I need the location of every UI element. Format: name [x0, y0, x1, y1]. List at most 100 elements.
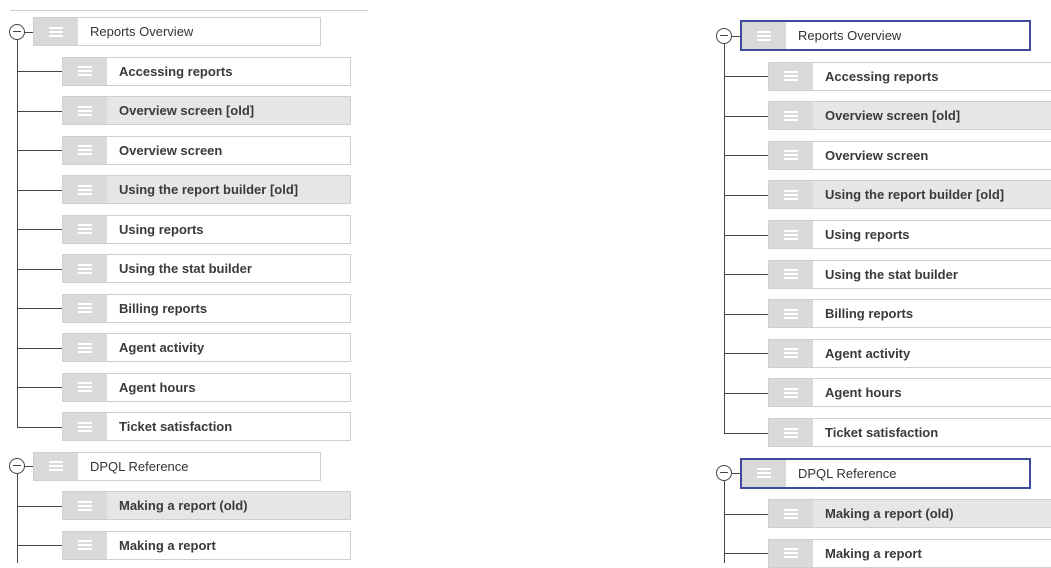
- tree-item[interactable]: Making a report: [62, 530, 351, 560]
- tree-connector: [724, 274, 768, 276]
- tree-connector: [724, 115, 768, 117]
- drag-handle-icon[interactable]: [769, 260, 813, 288]
- tree-connector: [732, 473, 740, 475]
- tree-group-node[interactable]: Reports Overview: [740, 20, 1031, 51]
- collapse-toggle-icon[interactable]: [9, 23, 25, 40]
- tree-group-node[interactable]: Reports Overview: [33, 17, 321, 46]
- tree-connector: [724, 234, 768, 236]
- drag-handle-icon[interactable]: [34, 452, 78, 480]
- drag-handle-icon[interactable]: [742, 459, 786, 487]
- collapse-toggle-icon[interactable]: [9, 458, 25, 474]
- tree-item-label: Using the report builder [old]: [825, 187, 1005, 203]
- drag-handle-icon[interactable]: [769, 419, 813, 446]
- tree-panel-right: Reports Overview Accessing reports Overvie…: [700, 0, 1051, 568]
- tree-item[interactable]: Using reports: [62, 214, 351, 244]
- drag-handle-icon[interactable]: [769, 300, 813, 328]
- tree-item[interactable]: Overview screen: [62, 135, 351, 165]
- tree-item[interactable]: Making a report: [768, 538, 1051, 568]
- drag-handle-icon[interactable]: [769, 141, 813, 169]
- tree-item-label: Using the stat builder: [825, 266, 958, 282]
- tree-item-label: Using reports: [119, 221, 204, 237]
- drag-handle-icon[interactable]: [63, 215, 107, 243]
- tree-item[interactable]: Using the report builder [old]: [768, 180, 1051, 210]
- drag-handle-icon[interactable]: [63, 176, 107, 203]
- drag-handle-icon[interactable]: [769, 221, 813, 248]
- drag-handle-icon[interactable]: [63, 492, 107, 519]
- tree-item[interactable]: Overview screen: [768, 140, 1051, 170]
- drag-handle-icon[interactable]: [769, 379, 813, 407]
- tree-connector: [732, 35, 740, 37]
- tree-item[interactable]: Using the report builder [old]: [62, 175, 351, 204]
- drag-handle-icon[interactable]: [63, 136, 107, 164]
- tree-item[interactable]: Ticket satisfaction: [62, 412, 351, 441]
- tree-item[interactable]: Accessing reports: [62, 56, 351, 86]
- drag-handle-icon[interactable]: [34, 18, 78, 45]
- tree-item[interactable]: Agent activity: [62, 333, 351, 362]
- drag-handle-icon[interactable]: [769, 181, 813, 209]
- tree-item[interactable]: Overview screen [old]: [768, 101, 1051, 131]
- tree-item-label: Billing reports: [119, 300, 208, 316]
- tree-item[interactable]: Making a report (old): [768, 499, 1051, 529]
- tree-item-label: Agent activity: [825, 345, 911, 361]
- tree-item-label: Overview screen: [119, 142, 223, 158]
- tree-item[interactable]: Using reports: [768, 220, 1051, 249]
- tree-branch-line: [724, 43, 725, 433]
- tree-item[interactable]: Overview screen [old]: [62, 96, 351, 125]
- drag-handle-icon[interactable]: [63, 97, 107, 124]
- tree-item[interactable]: Accessing reports: [768, 61, 1051, 91]
- tree-item-label: Overview screen [old]: [119, 103, 255, 118]
- tree-item[interactable]: Using the stat builder: [768, 259, 1051, 289]
- tree-item-label: Agent hours: [825, 385, 902, 401]
- tree-item[interactable]: Ticket satisfaction: [768, 418, 1051, 447]
- tree-connector: [724, 353, 768, 355]
- tree-item[interactable]: Agent activity: [768, 338, 1051, 368]
- drag-handle-icon[interactable]: [742, 22, 786, 49]
- drag-handle-icon[interactable]: [63, 373, 107, 401]
- tree-connector: [25, 466, 33, 467]
- tree-group-node[interactable]: DPQL Reference: [33, 451, 321, 481]
- tree-connector: [724, 513, 768, 515]
- tree-connector: [17, 229, 62, 230]
- tree-connector: [17, 71, 62, 72]
- drag-handle-icon[interactable]: [63, 531, 107, 559]
- drag-handle-icon[interactable]: [63, 413, 107, 440]
- tree-item-label: Using the report builder [old]: [119, 182, 299, 197]
- group-label: DPQL Reference: [90, 458, 189, 474]
- drag-handle-icon[interactable]: [63, 334, 107, 361]
- tree-connector: [724, 155, 768, 157]
- drag-handle-icon[interactable]: [769, 339, 813, 367]
- tree-item[interactable]: Using the stat builder: [62, 254, 351, 283]
- collapse-toggle-icon[interactable]: [716, 465, 732, 482]
- drag-handle-icon[interactable]: [63, 255, 107, 282]
- tree-panel-left: Reports Overview Accessing reports Overvie…: [0, 0, 380, 563]
- drag-handle-icon[interactable]: [769, 102, 813, 130]
- tree-connector: [17, 189, 62, 191]
- tree-item-label: Using reports: [825, 227, 910, 242]
- tree-item-label: Using the stat builder: [119, 261, 252, 276]
- tree-item-label: Making a report: [119, 537, 216, 553]
- tree-connector: [17, 505, 62, 507]
- tree-item-label: Making a report (old): [825, 506, 954, 522]
- tree-item[interactable]: Making a report (old): [62, 491, 351, 520]
- tree-item[interactable]: Billing reports: [62, 293, 351, 323]
- drag-handle-icon[interactable]: [63, 294, 107, 322]
- tree-item-label: Ticket satisfaction: [119, 419, 233, 434]
- tree-connector: [724, 76, 768, 78]
- tree-item[interactable]: Agent hours: [768, 378, 1051, 408]
- tree-connector: [724, 392, 768, 394]
- tree-item-label: Ticket satisfaction: [825, 425, 939, 440]
- group-label: Reports Overview: [90, 24, 194, 39]
- tree-connector: [724, 194, 768, 196]
- tree-item[interactable]: Agent hours: [62, 372, 351, 402]
- tree-group-node[interactable]: DPQL Reference: [740, 457, 1031, 489]
- collapse-toggle-icon[interactable]: [716, 27, 732, 44]
- tree-connector: [17, 308, 62, 309]
- drag-handle-icon[interactable]: [769, 62, 813, 90]
- tree-connector: [724, 553, 768, 555]
- tree-connector: [17, 387, 62, 388]
- drag-handle-icon[interactable]: [63, 57, 107, 85]
- drag-handle-icon[interactable]: [769, 500, 813, 528]
- tree-item[interactable]: Billing reports: [768, 299, 1051, 329]
- tree-branch-line: [17, 39, 18, 427]
- tree-connector: [17, 545, 62, 546]
